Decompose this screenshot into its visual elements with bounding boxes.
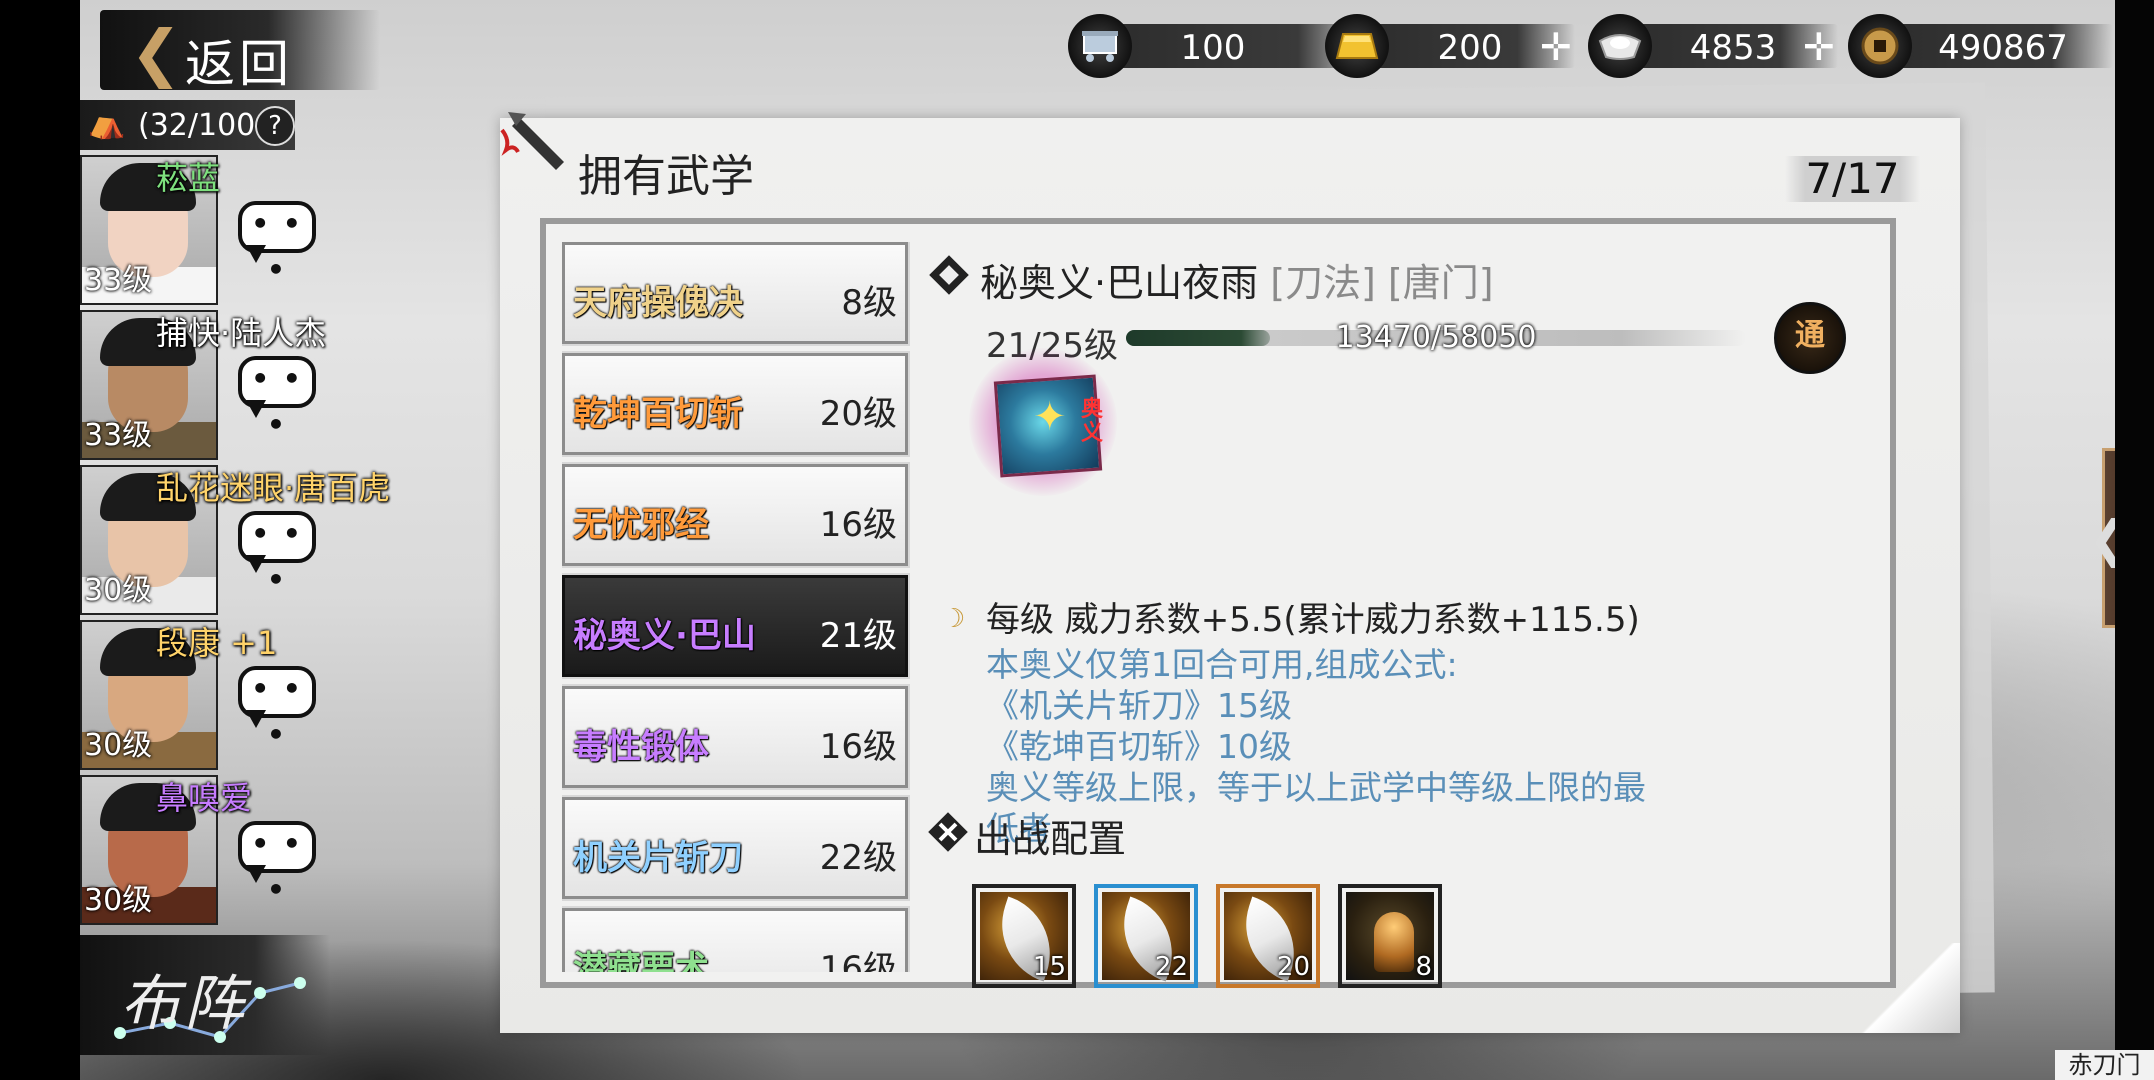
add-gold-button[interactable]: ✛ — [1540, 28, 1572, 66]
formation-label: 布阵 — [120, 969, 248, 1039]
copper-coin-icon — [1848, 14, 1912, 78]
dart-icon — [500, 112, 564, 170]
star-icon: ✦ — [1033, 394, 1067, 440]
slot-level: 22 — [1154, 952, 1188, 982]
back-label: 返回 — [185, 35, 293, 93]
skill-item[interactable]: 毒性锻体 16级 — [562, 684, 910, 790]
skill-item-name: 毒性锻体 — [573, 727, 709, 767]
ougi-tag: 奥义 — [1081, 397, 1104, 446]
hero-level: 33级 — [84, 418, 153, 453]
skill-item-name: 天府操傀决 — [573, 283, 743, 323]
currency-gold: 200 ✛ — [1325, 14, 1575, 78]
stamina-cart-icon — [1068, 14, 1132, 78]
hero-card[interactable]: 30级 段康 +1 • • • — [80, 620, 380, 770]
skill-item[interactable]: 秘奥义·巴山 21级 — [562, 573, 910, 679]
roster-capacity: ⛺ (32/100 ? — [80, 100, 295, 150]
add-silver-button[interactable]: ✛ — [1803, 28, 1835, 66]
help-button[interactable]: ? — [255, 106, 295, 146]
hero-name: 段康 +1 — [156, 624, 278, 662]
chat-bubble-icon[interactable]: • • • — [238, 511, 316, 596]
corner-label: 赤刀门 — [2055, 1050, 2154, 1080]
hero-card[interactable]: 33级 菘蓝 • • • — [80, 155, 380, 305]
currency-copper: 490867 — [1848, 14, 2113, 78]
skill-title: 秘奥义·巴山夜雨 [刀法] [唐门] — [980, 261, 1494, 305]
chat-bubble-icon[interactable]: • • • — [238, 356, 316, 441]
skill-item-level: 16级 — [819, 505, 897, 545]
crescent-icon: ☽ — [942, 604, 966, 634]
skill-item-name: 无忧邪经 — [573, 505, 709, 545]
meditating-figure-icon — [1374, 912, 1414, 972]
page-count: 7/17 — [1785, 156, 1920, 202]
hero-card[interactable]: 33级 捕快·陆人杰 • • • — [80, 310, 380, 460]
gold-bar-icon — [1325, 14, 1389, 78]
hero-name: 菘蓝 — [156, 159, 221, 197]
hero-name: 捕快·陆人杰 — [156, 314, 327, 352]
martial-arts-panel: 拥有武学 7/17 天府操傀决 8级 乾坤百切斩 20级 无忧邪经 16级 秘奥义·巴山 21… — [500, 112, 1960, 1033]
tong-badge-button[interactable]: 通 — [1774, 302, 1846, 374]
skill-item-level: 8级 — [841, 283, 897, 323]
currency-stamina: 100 — [1068, 14, 1368, 78]
stamina-value: 100 — [1180, 28, 1246, 68]
hero-level: 30级 — [84, 728, 153, 763]
deploy-title: 出战配置 — [974, 817, 1127, 861]
deploy-slot[interactable]: 20 — [1216, 884, 1320, 988]
skill-tags: [刀法] [唐门] — [1270, 261, 1494, 305]
gold-value: 200 — [1437, 28, 1503, 68]
left-arrow-icon[interactable]: ❮ — [2088, 510, 2115, 568]
skill-item[interactable]: 潜藏要术 16级 — [562, 906, 910, 972]
hero-name: 乱花迷眼·唐百虎 — [156, 469, 391, 507]
hero-card[interactable]: 30级 乱花迷眼·唐百虎 • • • — [80, 465, 390, 615]
skill-item[interactable]: 无忧邪经 16级 — [562, 462, 910, 568]
roster-capacity-icon: ⛺ — [88, 106, 126, 141]
copper-value: 490867 — [1938, 28, 2068, 68]
skill-item-name: 潜藏要术 — [573, 949, 709, 972]
hero-level: 33级 — [84, 263, 153, 298]
skill-list[interactable]: 天府操傀决 8级 乾坤百切斩 20级 无忧邪经 16级 秘奥义·巴山 21级 毒性锻体 16级 机关… — [562, 242, 914, 972]
back-arrow-icon: ❮ — [130, 16, 182, 89]
skill-item[interactable]: 机关片斩刀 22级 — [562, 795, 910, 901]
skill-item[interactable]: 天府操傀决 8级 — [562, 242, 910, 346]
panel-title: 拥有武学 — [578, 151, 754, 202]
skill-item-name: 机关片斩刀 — [573, 838, 743, 878]
slot-level: 20 — [1276, 952, 1310, 982]
back-button[interactable]: ❮ 返回 — [100, 10, 380, 93]
deploy-slot[interactable]: 8 — [1338, 884, 1442, 988]
skill-item-level: 16级 — [819, 727, 897, 767]
skill-item-level: 16级 — [819, 949, 897, 972]
hero-level: 30级 — [84, 573, 153, 608]
diamond-icon — [929, 255, 969, 295]
chat-bubble-icon[interactable]: • • • — [238, 201, 316, 286]
skill-item[interactable]: 乾坤百切斩 20级 — [562, 351, 910, 457]
hero-card[interactable]: 30级 鼻嗅爱 • • • — [80, 775, 380, 925]
skill-item-level: 21级 — [819, 616, 897, 656]
panel-content-frame: 天府操傀决 8级 乾坤百切斩 20级 无忧邪经 16级 秘奥义·巴山 21级 毒性锻体 16级 机关… — [540, 218, 1896, 988]
slot-level: 15 — [1032, 952, 1066, 982]
exp-text: 13470/58050 — [1335, 320, 1537, 355]
slot-level: 8 — [1415, 952, 1432, 982]
silver-value: 4853 — [1689, 28, 1777, 68]
skill-item-name: 秘奥义·巴山 — [573, 616, 756, 656]
chat-bubble-icon[interactable]: • • • — [238, 821, 316, 906]
formation-button[interactable]: 布阵 — [80, 935, 330, 1055]
ougi-skill-icon[interactable]: ✦ 奥义 — [969, 348, 1117, 496]
skill-item-name: 乾坤百切斩 — [573, 394, 743, 434]
silver-ingot-icon — [1588, 14, 1652, 78]
hero-level: 30级 — [84, 883, 153, 918]
crossed-swords-icon — [928, 812, 968, 852]
skill-detail: 秘奥义·巴山夜雨 [刀法] [唐门] 21/25级 13470/58050 通 … — [926, 238, 1886, 988]
skill-item-level: 22级 — [819, 838, 897, 878]
skill-effect: 每级 威力系数+5.5(累计威力系数+115.5) — [986, 600, 1640, 640]
deploy-slot[interactable]: 22 — [1094, 884, 1198, 988]
currency-silver: 4853 ✛ — [1588, 14, 1838, 78]
hero-name: 鼻嗅爱 — [156, 779, 253, 817]
skill-item-level: 20级 — [819, 394, 897, 434]
skill-desc-line: 奥义等级上限，等于以上武学中等级上限的最 — [986, 768, 1646, 807]
chat-bubble-icon[interactable]: • • • — [238, 666, 316, 751]
game-scene: ❮ 返回 100 200 ✛ 4853 ✛ 490867 ⛺ (32/100 ?… — [80, 0, 2115, 1080]
deploy-slot[interactable]: 15 — [972, 884, 1076, 988]
roster-capacity-text: (32/100 — [138, 108, 256, 143]
